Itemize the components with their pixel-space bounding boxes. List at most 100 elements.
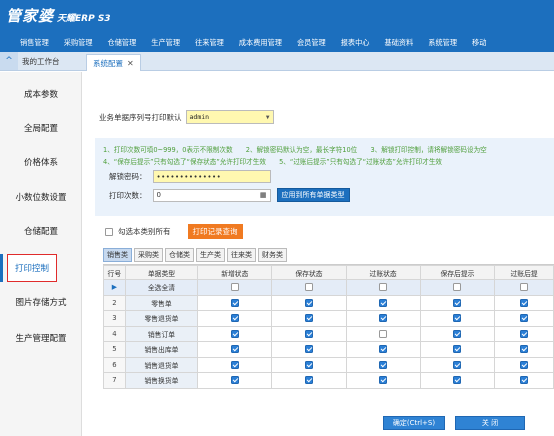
permission-checkbox[interactable] [453,345,462,354]
nav-item[interactable]: 移动 [472,38,486,48]
permission-checkbox[interactable] [520,360,529,369]
category-tab[interactable]: 生产类 [196,248,225,262]
permission-checkbox[interactable] [304,360,313,369]
print-count-input[interactable]: 0 ▦ [152,188,271,202]
grid-cell [345,310,421,327]
app-logo: 管家婆 天耀ERP S3 [6,5,111,26]
permission-checkbox[interactable] [304,314,313,323]
permission-checkbox[interactable] [520,314,529,323]
calculator-icon[interactable]: ▦ [260,191,267,199]
grid-cell [494,294,554,311]
permission-checkbox[interactable] [520,376,529,385]
permission-checkbox[interactable] [453,298,462,307]
permission-checkbox[interactable] [230,298,239,307]
permission-checkbox[interactable] [379,360,388,369]
bill-type: 销售退货单 [124,356,199,373]
print-default-select[interactable]: admin ▼ [185,110,274,124]
permission-checkbox[interactable] [304,329,313,338]
column-header: 行号 [103,265,126,280]
permission-checkbox[interactable] [379,314,388,323]
nav-item[interactable]: 采购管理 [64,38,93,48]
permission-checkbox[interactable] [230,360,239,369]
nav-item[interactable]: 报表中心 [341,38,370,48]
select-all-checkbox[interactable] [453,283,462,292]
column-header: 保存状态 [271,265,347,280]
tab-workbench[interactable]: 我的工作台 [22,56,60,67]
permission-checkbox[interactable] [453,360,462,369]
select-all-checkbox[interactable] [230,283,239,292]
permission-checkbox[interactable] [304,298,313,307]
unlock-password-input[interactable]: •••••••••••••• [152,170,271,183]
grid-cell [197,372,273,389]
main-nav: 销售管理 采购管理 仓储管理 生产管理 往来管理 成本费用管理 会员管理 报表中心 基础资料 系统… [0,34,554,52]
sidebar-item[interactable]: 小数位数设置 [0,183,82,211]
nav-item[interactable]: 会员管理 [297,38,326,48]
row-number: 3 [103,310,126,327]
close-button[interactable]: 关 闭 [455,416,525,430]
print-count-value: 0 [156,191,161,199]
permission-checkbox[interactable] [230,376,239,385]
permission-checkbox[interactable] [453,329,462,338]
grid-cell [419,294,496,311]
collapse-arrow-icon[interactable]: ^ [0,52,18,70]
print-default-value: admin [189,113,210,121]
table-body: ▶ 全选全清 2 零售单 3 零售退货单 4 销售订单 5 销售出库单 6 销售退货单 7 销售换货单 [103,279,554,389]
permission-checkbox[interactable] [230,345,239,354]
nav-item[interactable]: 基础资料 [385,38,414,48]
hint-line-1: 1、打印次数可填0~999，0表示不限制次数 2、解锁密码默认为空，最长字符10… [103,146,487,154]
check-all-checkbox[interactable] [105,227,113,236]
row-number: 5 [103,341,126,358]
sidebar-item[interactable]: 生产管理配置 [0,324,82,352]
sidebar-item[interactable]: 全局配置 [0,114,82,142]
nav-item[interactable]: 系统管理 [428,38,457,48]
sidebar-item[interactable]: 成本参数 [0,80,82,108]
permission-checkbox[interactable] [520,298,529,307]
select-all-checkbox[interactable] [520,283,529,292]
print-default-row: 业务单据序列号打印默认 admin ▼ [99,110,274,124]
print-control-grid: 行号 单据类型 新增状态 保存状态 过账状态 保存后提示 过账后提 ▶ 全选全清 2 零售单 3 零售… [103,264,554,409]
category-tab[interactable]: 采购类 [134,248,163,262]
close-icon[interactable]: ✕ [127,59,134,68]
permission-checkbox[interactable] [230,314,239,323]
select-all-checkbox[interactable] [304,283,313,292]
tab-strip: ^ 我的工作台 系统配置 ✕ [0,52,554,71]
print-record-query-button[interactable]: 打印记录查询 [187,224,243,239]
permission-checkbox[interactable] [453,376,462,385]
apply-all-button[interactable]: 应用到所有单据类型 [276,188,350,202]
nav-item[interactable]: 生产管理 [151,38,180,48]
permission-checkbox[interactable] [453,314,462,323]
permission-checkbox[interactable] [379,345,388,354]
sidebar-item[interactable]: 价格体系 [0,148,82,176]
nav-item[interactable]: 往来管理 [195,38,224,48]
category-tab[interactable]: 销售类 [103,248,132,262]
nav-item[interactable]: 销售管理 [20,38,49,48]
grid-cell [345,279,421,296]
permission-checkbox[interactable] [304,376,313,385]
logo-text: 管家婆 [6,7,55,25]
select-all-label[interactable]: 全选全清 [124,279,199,296]
confirm-button[interactable]: 确定(Ctrl+S) [383,416,445,430]
permission-checkbox[interactable] [520,329,529,338]
permission-checkbox[interactable] [230,329,239,338]
category-tab[interactable]: 财务类 [258,248,287,262]
grid-cell [494,310,554,327]
sidebar-item[interactable]: 打印控制 [7,254,57,282]
category-tab[interactable]: 仓储类 [165,248,194,262]
grid-cell [271,372,347,389]
permission-checkbox[interactable] [520,345,529,354]
table-row: 5 销售出库单 [103,341,554,358]
select-all-checkbox[interactable] [379,283,388,292]
tab-system-config[interactable]: 系统配置 ✕ [86,54,141,71]
category-tab[interactable]: 往来类 [227,248,256,262]
nav-item[interactable]: 仓储管理 [108,38,137,48]
permission-checkbox[interactable] [379,376,388,385]
permission-checkbox[interactable] [379,329,388,338]
permission-checkbox[interactable] [304,345,313,354]
sidebar-item[interactable]: 图片存储方式 [0,288,82,316]
permission-checkbox[interactable] [379,298,388,307]
sidebar-item[interactable]: 仓储配置 [0,217,82,245]
grid-cell [197,325,273,342]
footer-buttons: 确定(Ctrl+S) 关 闭 [383,416,525,430]
nav-item[interactable]: 成本费用管理 [239,38,282,48]
grid-cell [271,356,347,373]
